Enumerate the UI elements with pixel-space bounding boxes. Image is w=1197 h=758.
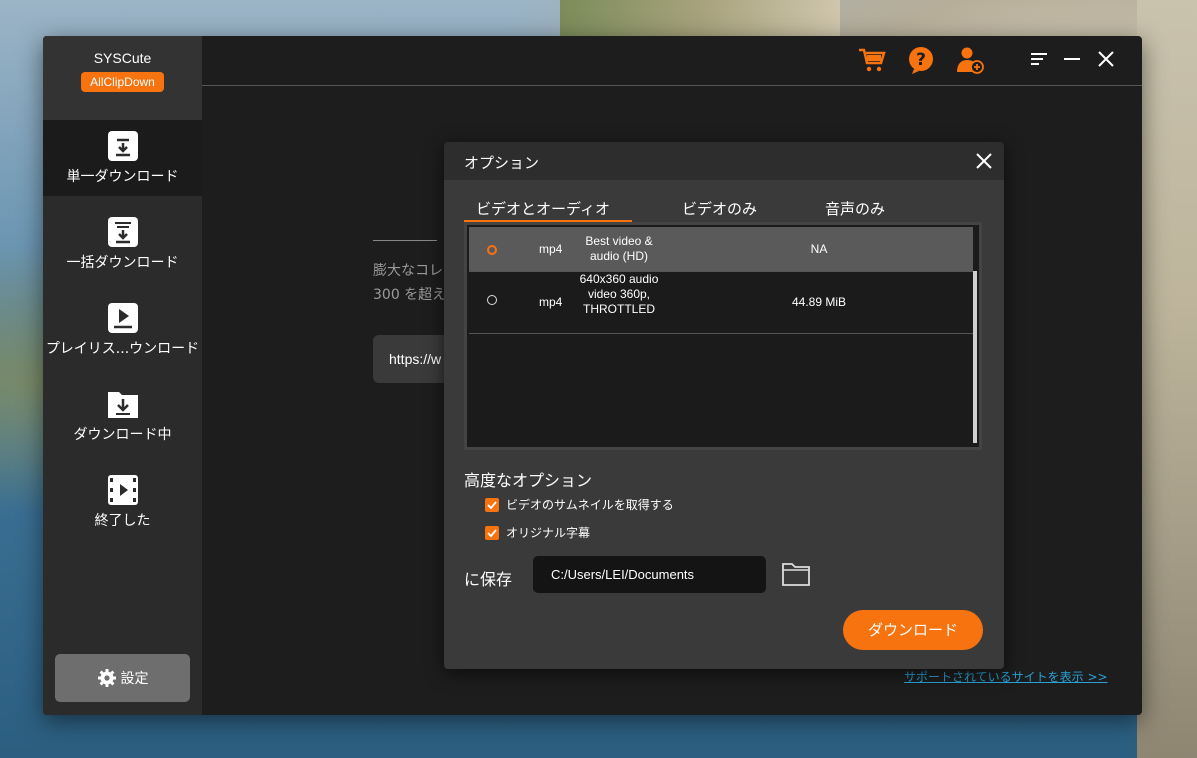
cart-icon[interactable] — [858, 46, 886, 74]
format-radio[interactable] — [487, 245, 497, 255]
sidebar-item-label: 一括ダウンロード — [66, 255, 179, 271]
format-row[interactable]: mp4 Best video & audio (HD) NA — [469, 227, 973, 272]
checkbox[interactable] — [485, 497, 499, 512]
tab-video-audio[interactable]: ビデオとオーディオ — [476, 198, 610, 219]
subtitle-option[interactable]: オリジナル字幕 — [485, 524, 590, 541]
download-button[interactable]: ダウンロード — [843, 610, 983, 650]
sidebar-item-label: プレイリス...ウンロード — [45, 341, 200, 357]
close-icon[interactable] — [1095, 48, 1117, 70]
supported-sites-link[interactable]: サポートされているサイトを表示 >> — [904, 668, 1108, 685]
minimize-icon[interactable] — [1061, 48, 1083, 70]
check-icon — [487, 528, 497, 537]
title-bar: ? — [202, 36, 1142, 86]
checkbox[interactable] — [485, 525, 499, 540]
save-path-field[interactable]: C:/Users/LEI/Documents — [533, 556, 766, 593]
sidebar-item-single-download[interactable]: 単一ダウンロード — [43, 120, 202, 196]
dialog-title: オプション — [464, 154, 540, 172]
format-ext: mp4 — [539, 242, 563, 256]
playlist-icon — [107, 303, 138, 333]
dialog-header: オプション — [444, 142, 1004, 180]
sidebar-item-label: 単一ダウンロード — [66, 169, 179, 185]
wallpaper-cliff — [560, 0, 840, 40]
download-box-icon — [107, 131, 138, 161]
sidebar-item-playlist-download[interactable]: プレイリス...ウンロード — [43, 292, 202, 368]
film-icon — [107, 475, 138, 505]
app-name: SYSCute — [93, 50, 152, 66]
settings-button[interactable]: 設定 — [55, 654, 190, 702]
advanced-options-title: 高度なオプション — [464, 471, 593, 490]
check-icon — [487, 500, 497, 509]
scrollbar[interactable] — [973, 271, 977, 443]
folder-icon[interactable] — [781, 561, 811, 587]
wallpaper-cliff-right — [1137, 0, 1197, 758]
sidebar-item-label: ダウンロード中 — [73, 427, 172, 443]
description-text: 膨大なコレ — [373, 263, 443, 279]
save-to-label: に保存 — [464, 570, 513, 589]
add-user-icon[interactable] — [956, 46, 984, 74]
format-radio[interactable] — [487, 295, 497, 305]
format-desc: Best video & audio (HD) — [585, 234, 653, 263]
divider — [373, 240, 437, 241]
help-icon[interactable]: ? — [907, 46, 935, 74]
sidebar-item-finished[interactable]: 終了した — [43, 464, 202, 540]
downloading-folder-icon — [107, 392, 138, 418]
tab-audio-only[interactable]: 音声のみ — [825, 198, 885, 219]
brand-block: SYSCute AllClipDown — [43, 36, 202, 120]
sidebar: SYSCute AllClipDown 単一ダウンロード 一括ダウンロード プレ… — [43, 36, 202, 715]
checkbox-label: オリジナル字幕 — [506, 526, 591, 540]
close-icon[interactable] — [974, 151, 994, 171]
sidebar-item-batch-download[interactable]: 一括ダウンロード — [43, 206, 202, 282]
thumbnail-option[interactable]: ビデオのサムネイルを取得する — [485, 496, 674, 513]
format-ext: mp4 — [539, 295, 563, 309]
batch-download-icon — [107, 217, 138, 247]
format-row[interactable]: mp4 640x360 audio video 360p, THROTTLED … — [469, 272, 973, 334]
format-desc: 640x360 audio video 360p, THROTTLED — [579, 272, 659, 316]
sidebar-item-label: 終了した — [94, 513, 151, 529]
format-list: mp4 Best video & audio (HD) NA mp4 640x3… — [464, 222, 982, 450]
checkbox-label: ビデオのサムネイルを取得する — [506, 498, 674, 512]
app-window: SYSCute AllClipDown 単一ダウンロード 一括ダウンロード プレ… — [43, 36, 1142, 715]
gear-icon — [97, 669, 116, 687]
format-size: NA — [810, 242, 828, 256]
sidebar-item-downloading[interactable]: ダウンロード中 — [43, 378, 202, 454]
format-size: 44.89 MiB — [791, 295, 847, 309]
app-badge[interactable]: AllClipDown — [81, 72, 164, 92]
options-dialog: オプション ビデオとオーディオ ビデオのみ 音声のみ mp4 Best vide… — [444, 142, 1004, 669]
tab-video-only[interactable]: ビデオのみ — [682, 198, 757, 219]
settings-label: 設定 — [120, 671, 149, 687]
description-text: 300 を超え — [373, 287, 447, 303]
svg-text:?: ? — [916, 50, 926, 70]
menu-icon[interactable] — [1028, 48, 1050, 70]
